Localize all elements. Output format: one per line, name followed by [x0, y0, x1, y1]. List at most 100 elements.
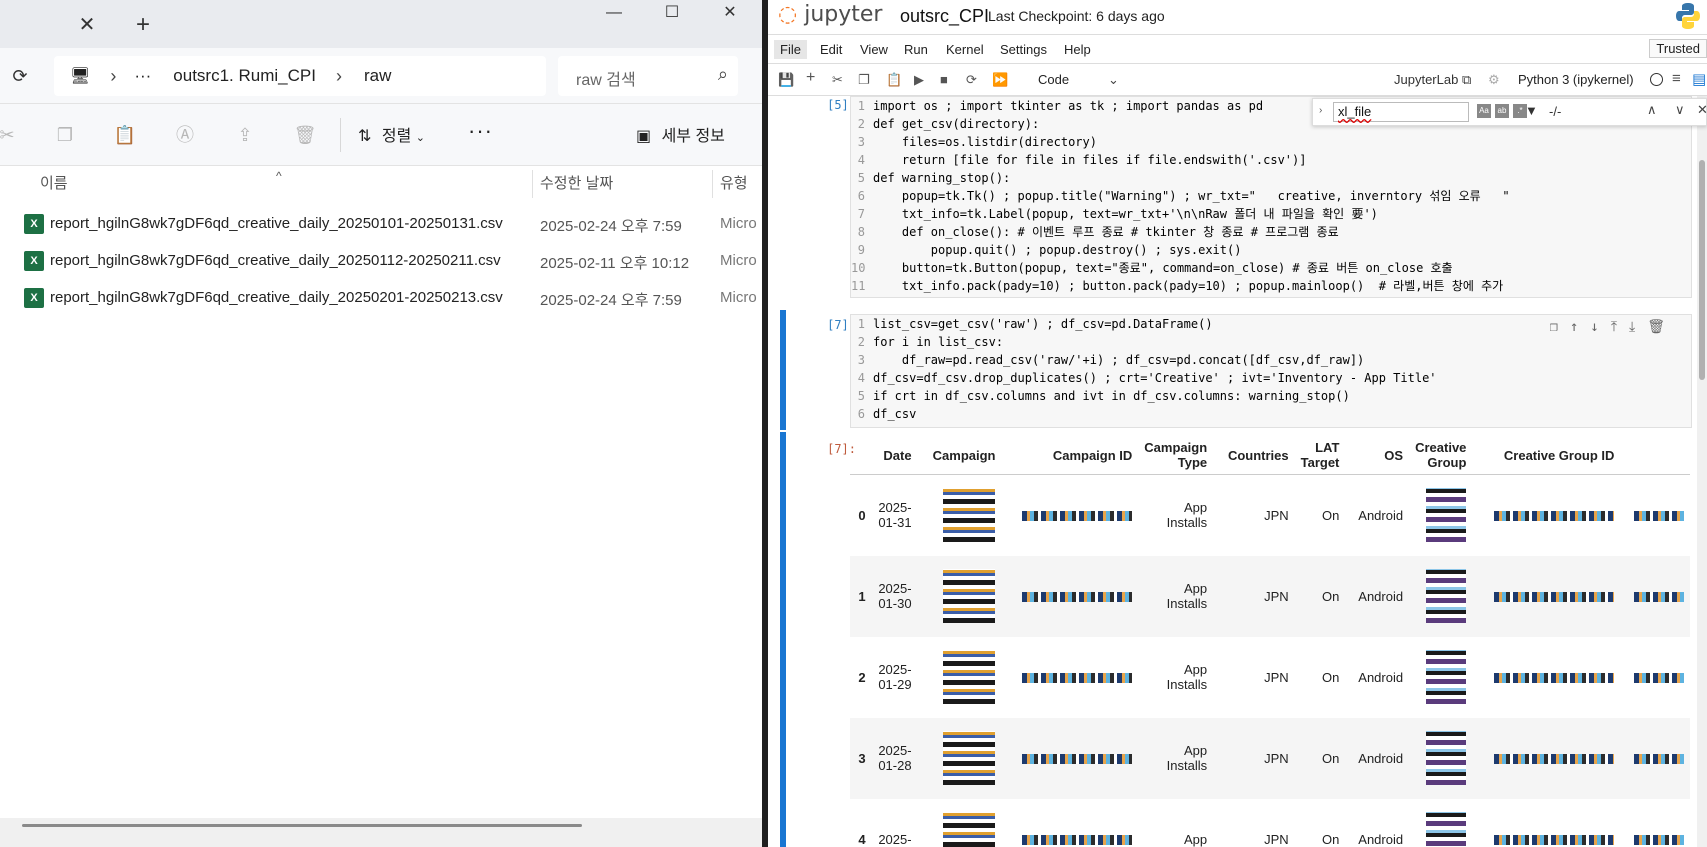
menu-view[interactable]: View [854, 40, 894, 59]
breadcrumb-current[interactable]: raw [364, 66, 391, 86]
table-header: OS [1345, 436, 1410, 475]
rename-icon[interactable]: Ⓐ [172, 122, 198, 148]
jupyterlab-link[interactable]: JupyterLab ⧉ [1394, 72, 1471, 88]
breadcrumb-folder[interactable]: outsrc1. Rumi_CPI [173, 66, 316, 86]
horizontal-scrollbar[interactable] [0, 818, 762, 847]
new-tab-button[interactable]: + [128, 10, 158, 40]
add-cell-icon[interactable]: + [806, 69, 815, 87]
paste-cell-icon[interactable]: 📋 [886, 72, 902, 88]
redacted-block [1022, 673, 1133, 684]
code-editor[interactable]: ❐↑↓⤒⤓🗑 1 list_csv=get_csv('raw') ; df_csv… [850, 314, 1692, 428]
more-options-button[interactable]: ··· [468, 118, 493, 144]
expand-replace-icon[interactable]: › [1319, 105, 1322, 116]
column-header-name[interactable]: 이름 [40, 166, 68, 202]
refresh-icon[interactable]: ⟳ [6, 62, 34, 90]
share-icon[interactable]: ⇪ [232, 122, 258, 148]
redacted-block [1022, 511, 1133, 522]
column-divider[interactable] [532, 170, 533, 198]
cell-redacted [918, 475, 1002, 556]
column-header-type[interactable]: 유형 [720, 166, 748, 202]
chevron-right-icon: › [335, 65, 342, 86]
minimize-button[interactable]: — [586, 0, 642, 28]
code-line: if crt in df_csv.columns and ivt in df_c… [873, 389, 1350, 403]
close-find-icon[interactable]: ✕ [1697, 102, 1707, 118]
table-row: 1 2025-01-30 App Installs JPN On Android [850, 555, 1690, 637]
code-line: list_csv=get_csv('raw') ; df_csv=pd.Data… [873, 317, 1213, 331]
settings-icon[interactable]: ⚙ [1488, 72, 1500, 88]
redacted-block [1426, 569, 1467, 623]
run-all-icon[interactable]: ⏩ [992, 72, 1008, 88]
cut-cell-icon[interactable]: ✂ [832, 72, 843, 88]
details-pane-button[interactable]: ▣ 세부 정보 [636, 122, 725, 146]
sort-label: 정렬 [381, 128, 412, 145]
cell-redacted [917, 555, 1002, 637]
menu-settings[interactable]: Settings [994, 40, 1053, 59]
notebook-name[interactable]: outsrc_CPI [900, 6, 989, 27]
scrollbar-thumb[interactable] [1699, 160, 1705, 380]
redacted-block [943, 650, 996, 704]
cell-lat: On [1322, 507, 1340, 523]
search-input[interactable]: raw 검색 ⌕ [558, 56, 738, 96]
menu-edit[interactable]: Edit [814, 40, 848, 59]
column-header-date[interactable]: 수정한 날짜 [540, 166, 613, 202]
computer-icon[interactable]: 🖥 [70, 66, 90, 86]
excel-file-icon: X [24, 288, 44, 308]
redacted-block [1494, 592, 1615, 603]
menu-file[interactable]: File [774, 40, 807, 59]
cell-os: Android [1358, 669, 1404, 685]
table-header: Campaign [917, 436, 1002, 475]
property-inspector-icon[interactable]: ▤ [1692, 70, 1706, 88]
previous-match-icon[interactable]: ∧ [1647, 102, 1657, 118]
table-header: Campaign Type [1138, 436, 1214, 475]
find-input[interactable]: xl_file [1333, 102, 1469, 122]
copy-icon[interactable]: ❐ [52, 122, 78, 148]
file-row[interactable]: X report_hgilnG8wk7gDF6qd_creative_daily… [0, 206, 762, 242]
menu-icon[interactable]: ≡ [1672, 70, 1681, 87]
menu-kernel[interactable]: Kernel [940, 40, 990, 59]
filter-icon[interactable]: ▼ [1525, 103, 1538, 118]
redacted-block [943, 812, 996, 847]
redacted-block [1426, 488, 1467, 543]
cut-icon[interactable]: ✂ [0, 122, 20, 148]
match-case-icon[interactable]: Aa [1477, 104, 1491, 118]
cell-redacted [1001, 637, 1138, 718]
code-editor[interactable]: 1 import os ; import tkinter as tk ; impo… [850, 96, 1692, 298]
sort-button[interactable]: ⇅ 정렬 ⌄ [358, 122, 425, 146]
tab-close-button[interactable]: ✕ [72, 12, 102, 38]
run-cell-icon[interactable]: ▶ [914, 72, 924, 88]
file-row[interactable]: X report_hgilnG8wk7gDF6qd_creative_daily… [0, 243, 762, 279]
cell-date: 2025-01-28 [871, 717, 918, 799]
maximize-button[interactable]: ☐ [644, 0, 700, 28]
code-line: files=os.listdir(directory) [873, 135, 1097, 149]
table-header: Creative Group ID [1472, 436, 1621, 475]
breadcrumb[interactable]: 🖥 › ··· outsrc1. Rumi_CPI › raw [54, 56, 546, 96]
kernel-name[interactable]: Python 3 (ipykernel) [1518, 72, 1634, 87]
close-window-button[interactable]: ✕ [702, 0, 758, 28]
breadcrumb-more[interactable]: ··· [134, 66, 151, 86]
whole-word-icon[interactable]: ab [1495, 104, 1509, 118]
save-icon[interactable]: 💾 [778, 72, 794, 88]
trusted-badge[interactable]: Trusted [1649, 39, 1707, 58]
row-index: 0 [858, 507, 866, 523]
file-explorer-window: ✕ + — ☐ ✕ ⟳ 🖥 › ··· outsrc1. Rumi_CPI › … [0, 0, 762, 847]
restart-kernel-icon[interactable]: ⟳ [966, 72, 977, 88]
delete-icon[interactable]: 🗑 [292, 122, 318, 148]
menu-run[interactable]: Run [898, 40, 934, 59]
stop-kernel-icon[interactable]: ■ [940, 72, 948, 87]
vertical-scrollbar[interactable] [1697, 96, 1707, 847]
menu-help[interactable]: Help [1058, 40, 1097, 59]
output-collapse-bar[interactable] [780, 432, 786, 847]
code-line: txt_info=tk.Label(popup, text=wr_txt+'\n… [873, 207, 1378, 221]
cell-type-dropdown[interactable]: Code ⌄ [1038, 72, 1119, 87]
scrollbar-thumb[interactable] [22, 824, 582, 827]
cell-country: JPN [1213, 555, 1295, 637]
next-match-icon[interactable]: ∨ [1675, 102, 1685, 118]
cell-campaign-type: App [1184, 831, 1208, 847]
copy-cell-icon[interactable]: ❐ [858, 72, 870, 88]
search-icon[interactable]: ⌕ [718, 64, 728, 85]
active-cell-indicator[interactable] [780, 310, 786, 430]
column-divider[interactable] [712, 170, 713, 198]
jupyter-logo[interactable]: ◌ jupyter [778, 2, 882, 27]
paste-icon[interactable]: 📋 [112, 122, 138, 148]
file-row[interactable]: X report_hgilnG8wk7gDF6qd_creative_daily… [0, 280, 762, 316]
